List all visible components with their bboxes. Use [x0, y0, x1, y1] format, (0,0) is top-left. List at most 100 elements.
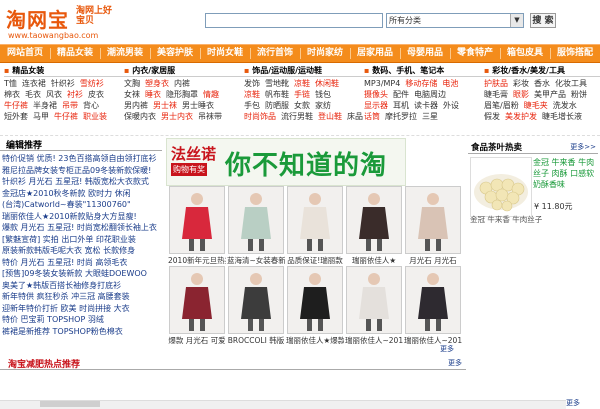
nav-item[interactable]: 网站首页 — [0, 45, 50, 62]
category-link[interactable]: 男内裤 — [124, 101, 148, 110]
product-thumbnail[interactable] — [287, 266, 343, 334]
more-link[interactable]: 更多 — [440, 344, 454, 354]
category-link[interactable]: 凉鞋 — [294, 79, 310, 88]
product-card[interactable]: 爆款 月光石 可爱 — [168, 266, 226, 346]
product-caption[interactable]: 金冠 牛来香 牛肉丝子 — [470, 214, 598, 225]
nav-item[interactable]: 箱包皮具 — [500, 45, 550, 62]
slimming-more-link[interactable]: 更多 — [448, 358, 462, 368]
nav-item[interactable]: 母婴用品 — [400, 45, 450, 62]
category-link[interactable]: 手包 — [244, 101, 260, 110]
category-link[interactable]: 手链 — [294, 90, 310, 99]
food-tea-more-link[interactable]: 更多>> — [570, 142, 596, 152]
category-link[interactable]: 帆布鞋 — [265, 90, 289, 99]
editor-recommend-link[interactable]: [繁魅宣荷] 实拍 出口外单 印花职业装 — [2, 234, 162, 246]
product-thumbnail[interactable] — [346, 186, 402, 254]
product-caption[interactable]: 品质保证!瑞丽款 — [286, 256, 344, 266]
category-link[interactable]: 毛衣 — [25, 90, 41, 99]
category-link[interactable]: 男士睡衣 — [182, 101, 214, 110]
category-link[interactable]: 雪地靴 — [265, 79, 289, 88]
category-link[interactable]: 睫毛夹 — [524, 101, 548, 110]
category-link[interactable]: 眼影 — [513, 90, 529, 99]
category-link[interactable]: 吊袜带 — [198, 112, 222, 121]
category-link[interactable]: 流行男鞋 — [281, 112, 313, 121]
category-link[interactable]: 粉饼 — [571, 90, 587, 99]
category-link[interactable]: 男士袜 — [153, 101, 177, 110]
product-card[interactable]: 蓝海清~女装春新款 — [227, 186, 285, 266]
editor-recommend-link[interactable]: 爆款 月光石 五星冠! 时尚宽松翻领长袖上衣 — [2, 222, 162, 234]
nav-item[interactable]: 时尚女鞋 — [200, 45, 250, 62]
editor-recommend-link[interactable]: (台湾)Catworld~春装"11300760" — [2, 199, 162, 211]
category-link[interactable]: 摄像头 — [364, 90, 388, 99]
editor-recommend-link[interactable]: 原装新款韩版毛呢大衣 宽松 长款修身 — [2, 245, 162, 257]
product-card[interactable]: BROCCOLI 韩版 — [227, 266, 285, 346]
nav-item[interactable]: 服饰搭配 — [550, 45, 600, 62]
editor-recommend-link[interactable]: 裤裙是新推荐 TOPSHOP粉色棉衣 — [2, 326, 162, 338]
scrollbar-thumb[interactable] — [40, 401, 100, 407]
category-link[interactable]: 雪纺衫 — [80, 79, 104, 88]
editor-recommend-link[interactable]: 新年特供 疯狂秒杀 冲三冠 高腰套装 — [2, 291, 162, 303]
category-link[interactable]: 睡衣 — [145, 90, 161, 99]
category-link[interactable]: 电池 — [442, 79, 458, 88]
editor-recommend-link[interactable]: 针织衫 月光石 五星冠! 韩版宽松大衣款式 — [2, 176, 162, 188]
product-caption[interactable]: 蓝海清~女装春新款 — [227, 256, 285, 266]
category-heading[interactable]: ▪ 彩妆/香水/美发/工具 — [484, 65, 600, 77]
category-link[interactable]: 彩妆 — [513, 79, 529, 88]
nav-item[interactable]: 精品女装 — [50, 45, 100, 62]
category-heading[interactable]: ▪ 饰品/运动服/运动鞋 — [244, 65, 364, 77]
category-link[interactable]: 外设 — [443, 101, 459, 110]
category-link[interactable]: 皮衣 — [88, 90, 104, 99]
product-caption[interactable]: 2010新年元旦热卖 — [168, 256, 226, 266]
category-link[interactable]: 吊带 — [62, 101, 78, 110]
category-link[interactable]: 凉鞋 — [244, 90, 260, 99]
logo[interactable]: 淘网宝 淘网上好宝贝 www.taowangbao.com — [6, 4, 206, 40]
category-link[interactable]: 床品 — [347, 112, 363, 121]
category-link[interactable]: 眉笔/眉粉 — [484, 101, 519, 110]
product-thumbnail[interactable] — [169, 186, 225, 254]
category-link[interactable]: 短外套 — [4, 112, 28, 121]
product-card[interactable]: 品质保证!瑞丽款 — [286, 186, 344, 266]
nav-item[interactable]: 潮流男装 — [100, 45, 150, 62]
editor-recommend-link[interactable]: 特价 月光石 五星冠! 时尚 高领毛衣 — [2, 257, 162, 269]
category-link[interactable]: 耳机 — [393, 101, 409, 110]
search-input[interactable] — [205, 13, 383, 28]
category-link[interactable]: 美甲产品 — [534, 90, 566, 99]
category-link[interactable]: 连衣裙 — [22, 79, 46, 88]
category-link[interactable]: 睫毛膏 — [484, 90, 508, 99]
category-link[interactable]: 护肤品 — [484, 79, 508, 88]
category-link[interactable]: 女款 — [294, 101, 310, 110]
product-thumbnail[interactable] — [405, 186, 461, 254]
editor-recommend-link[interactable]: 雅尼拉品牌女装专柜正品09冬装新款保暖! — [2, 165, 162, 177]
product-caption[interactable]: 月光石 月光石 — [404, 256, 462, 266]
nav-item[interactable]: 美容护肤 — [150, 45, 200, 62]
nav-item[interactable]: 居家用品 — [350, 45, 400, 62]
product-thumbnail[interactable] — [405, 266, 461, 334]
product-thumbnail[interactable] — [228, 186, 284, 254]
product-card[interactable]: 月光石 月光石 — [404, 186, 462, 266]
category-link[interactable]: 睫毛增长液 — [542, 112, 582, 121]
category-link[interactable]: 显示器 — [364, 101, 388, 110]
product-caption[interactable]: 瑞丽依佳人★ — [345, 256, 403, 266]
editor-recommend-link[interactable]: 特价促销 优质! 23色百搭高领自由领打底衫 — [2, 153, 162, 165]
editor-recommend-link[interactable]: 迎新年特价打折 欧美 时尚拼接 大衣 — [2, 303, 162, 315]
nav-item[interactable]: 流行首饰 — [250, 45, 300, 62]
category-link[interactable]: 家纺 — [315, 101, 331, 110]
category-link[interactable]: 职业装 — [83, 112, 107, 121]
promo-banner[interactable]: 法丝诺 购物有奖 你不知道的淘宝 — [166, 138, 406, 186]
category-link[interactable]: 化妆工具 — [555, 79, 587, 88]
category-heading[interactable]: ▪ 精品女装 — [4, 65, 124, 77]
nav-item[interactable]: 零食特产 — [450, 45, 500, 62]
category-link[interactable]: 三星 — [422, 112, 438, 121]
category-link[interactable]: 男士内衣 — [161, 112, 193, 121]
category-link[interactable]: 马甲 — [33, 112, 49, 121]
category-link[interactable]: 文胸 — [124, 79, 140, 88]
product-card[interactable]: 2010新年元旦热卖 — [168, 186, 226, 266]
category-link[interactable]: 香水 — [534, 79, 550, 88]
category-link[interactable]: 防晒服 — [265, 101, 289, 110]
category-link[interactable]: 登山鞋 — [318, 112, 342, 121]
category-link[interactable]: 女袜 — [124, 90, 140, 99]
editor-recommend-link[interactable]: 奥美了★韩版百搭长袖修身打底衫 — [2, 280, 162, 292]
product-description[interactable]: 金冠 牛来香 牛肉丝子 肉酥 口感软 奶酥香味 — [533, 157, 598, 190]
product-image[interactable] — [470, 157, 532, 217]
category-link[interactable]: 读卡器 — [414, 101, 438, 110]
product-card[interactable]: 瑞丽依佳人★爆款 — [286, 266, 344, 346]
